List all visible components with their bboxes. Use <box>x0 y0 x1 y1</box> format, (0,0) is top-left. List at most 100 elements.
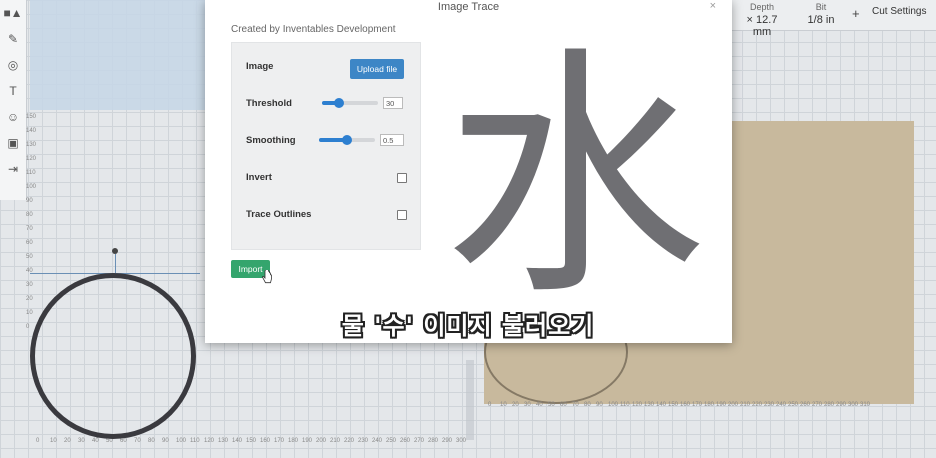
ruler-tick-label: 40 <box>26 268 33 274</box>
invert-label: Invert <box>246 172 272 183</box>
ruler-tick-label: 200 <box>728 402 739 408</box>
ruler-tick-label: 160 <box>680 402 691 408</box>
ruler-tick-label: 190 <box>302 438 313 444</box>
bit-stat[interactable]: Bit 1/8 in <box>796 2 846 26</box>
ruler-tick-label: 60 <box>26 240 33 246</box>
canvas-scrollbar[interactable] <box>466 360 474 440</box>
ruler-tick-label: 10 <box>50 438 57 444</box>
threshold-slider[interactable] <box>322 98 378 108</box>
close-icon[interactable]: × <box>710 0 716 12</box>
selection-area <box>30 0 205 110</box>
image-trace-dialog: Image Trace × Created by Inventables Dev… <box>205 0 732 343</box>
smoothing-slider-thumb[interactable] <box>342 135 352 145</box>
circle-shape[interactable] <box>30 273 196 439</box>
shapes-icon[interactable]: ■▲ <box>0 0 26 26</box>
ruler-tick-label: 130 <box>218 438 229 444</box>
add-bit-button[interactable]: + <box>852 6 860 21</box>
ruler-tick-label: 290 <box>442 438 453 444</box>
created-by-text: Created by Inventables Development <box>231 24 396 35</box>
ruler-tick-label: 180 <box>704 402 715 408</box>
ruler-tick-label: 200 <box>316 438 327 444</box>
ruler-tick-label: 70 <box>26 226 33 232</box>
threshold-input[interactable]: 30 <box>383 97 403 109</box>
ruler-tick-label: 270 <box>414 438 425 444</box>
ruler-tick-label: 260 <box>800 402 811 408</box>
alignment-guide-vertical <box>115 254 116 274</box>
ruler-tick-label: 120 <box>26 156 37 162</box>
ruler-tick-label: 140 <box>656 402 667 408</box>
ruler-tick-label: 110 <box>620 402 630 408</box>
ruler-tick-label: 120 <box>632 402 643 408</box>
ruler-tick-label: 60 <box>560 402 567 408</box>
ruler-tick-label: 20 <box>512 402 519 408</box>
ruler-tick-label: 230 <box>764 402 775 408</box>
ruler-tick-label: 260 <box>400 438 411 444</box>
threshold-label: Threshold <box>246 98 292 109</box>
ruler-tick-label: 90 <box>26 198 33 204</box>
preview-glyph: 水 <box>444 40 706 300</box>
smoothing-slider[interactable] <box>319 135 375 145</box>
bottom-ruler: 0 10 20 30 40 50 60 70 80 90 100 110 120 130 140 150 160… <box>36 438 476 450</box>
ruler-tick-label: 20 <box>64 438 71 444</box>
bit-stat-label: Bit <box>815 2 827 12</box>
ruler-tick-label: 170 <box>692 402 703 408</box>
ruler-tick-label: 190 <box>716 402 727 408</box>
ruler-tick-label: 90 <box>596 402 603 408</box>
ruler-tick-label: 140 <box>232 438 243 444</box>
depth-stat-value: × 12.7 mm <box>746 14 778 38</box>
ruler-tick-label: 70 <box>134 438 141 444</box>
smoothing-input[interactable]: 0.5 <box>380 134 404 146</box>
ruler-tick-label: 30 <box>26 282 33 288</box>
ruler-tick-label: 170 <box>274 438 285 444</box>
pen-icon[interactable]: ✎ <box>0 26 26 52</box>
ruler-tick-label: 20 <box>26 296 33 302</box>
left-toolbar: ■▲ ✎ ◎ T ☺ ▣ ⇥ <box>0 0 27 200</box>
ruler-tick-label: 300 <box>848 402 859 408</box>
ruler-tick-label: 210 <box>740 402 751 408</box>
ruler-tick-label: 210 <box>330 438 341 444</box>
ruler-tick-label: 270 <box>812 402 823 408</box>
invert-checkbox[interactable] <box>397 173 407 183</box>
ruler-tick-label: 220 <box>344 438 355 444</box>
box-3d-icon[interactable]: ▣ <box>0 130 26 156</box>
ruler-tick-label: 100 <box>26 184 37 190</box>
ruler-tick-label: 80 <box>148 438 155 444</box>
rotate-handle[interactable] <box>112 248 118 254</box>
ruler-tick-label: 280 <box>428 438 439 444</box>
trace-preview: 水 <box>444 40 706 300</box>
cut-settings-button[interactable]: Cut Settings <box>872 6 926 17</box>
ruler-tick-label: 250 <box>386 438 397 444</box>
ruler-tick-label: 100 <box>608 402 619 408</box>
depth-stat[interactable]: Depth × 12.7 mm <box>736 2 788 38</box>
ruler-tick-label: 50 <box>548 402 555 408</box>
ruler-tick-label: 120 <box>204 438 215 444</box>
ruler-tick-label: 130 <box>26 142 37 148</box>
hand-cursor-icon <box>262 270 272 284</box>
text-icon[interactable]: T <box>0 78 26 104</box>
smoothing-label: Smoothing <box>246 135 296 146</box>
trace-outlines-checkbox[interactable] <box>397 210 407 220</box>
ruler-tick-label: 110 <box>190 438 200 444</box>
ruler-tick-label: 0 <box>36 438 40 444</box>
emoji-icon[interactable]: ☺ <box>0 104 26 130</box>
ruler-tick-label: 60 <box>120 438 127 444</box>
dialog-title: Image Trace <box>437 1 500 13</box>
trace-settings-panel: Image Upload file Threshold 30 Smoothing… <box>231 42 421 250</box>
ruler-tick-label: 240 <box>776 402 787 408</box>
ruler-tick-label: 150 <box>246 438 257 444</box>
upload-file-button[interactable]: Upload file <box>350 59 404 79</box>
ruler-tick-label: 280 <box>824 402 835 408</box>
ruler-tick-label: 180 <box>288 438 299 444</box>
threshold-slider-thumb[interactable] <box>333 98 344 108</box>
ruler-tick-label: 80 <box>26 212 33 218</box>
ruler-tick-label: 100 <box>176 438 187 444</box>
target-icon[interactable]: ◎ <box>0 52 26 78</box>
import-icon[interactable]: ⇥ <box>0 156 26 182</box>
ruler-tick-label: 140 <box>26 128 37 134</box>
ruler-tick-label: 40 <box>536 402 543 408</box>
bottom-ruler-right: 0 10 20 30 40 50 60 70 80 90 100 110 120 130 140 150 160… <box>488 402 908 414</box>
ruler-tick-label: 310 <box>860 402 871 408</box>
ruler-tick-label: 240 <box>372 438 383 444</box>
ruler-tick-label: 230 <box>358 438 369 444</box>
ruler-tick-label: 220 <box>752 402 763 408</box>
